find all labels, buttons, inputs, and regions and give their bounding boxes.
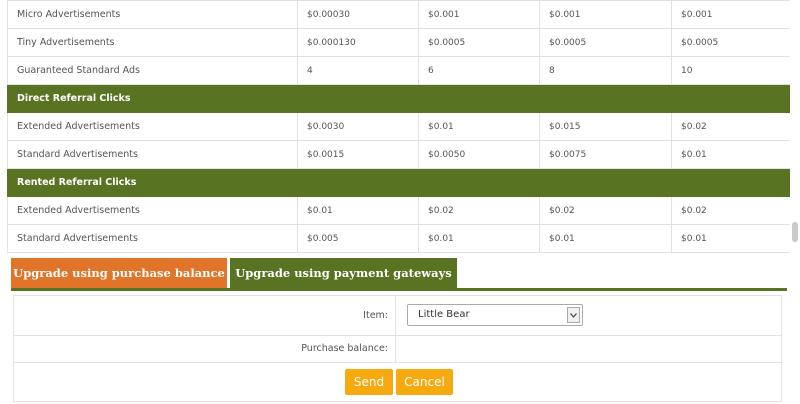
page-scrollbar[interactable] xyxy=(790,0,800,404)
price-cell: $0.0005 xyxy=(671,28,791,57)
section-title: Rented Referral Clicks xyxy=(7,168,791,197)
tab-purchase-balance[interactable]: Upgrade using purchase balance xyxy=(11,258,227,288)
section-header-direct-referral-clicks: Direct Referral Clicks xyxy=(7,84,791,113)
price-cell: $0.01 xyxy=(671,140,791,169)
price-cell: 4 xyxy=(297,56,419,85)
row-label: Extended Advertisements xyxy=(7,196,298,225)
chevron-down-icon[interactable] xyxy=(567,307,580,323)
section-title: Direct Referral Clicks xyxy=(7,84,791,113)
price-cell: $0.01 xyxy=(671,224,791,253)
price-cell: $0.001 xyxy=(539,0,672,29)
table-row: Guaranteed Standard Ads 4 6 8 10 xyxy=(7,56,791,85)
table-row: Tiny Advertisements $0.000130 $0.0005 $0… xyxy=(7,28,791,57)
upgrade-page: Micro Advertisements $0.00030 $0.001 $0.… xyxy=(0,0,800,404)
send-button[interactable]: Send xyxy=(345,369,393,395)
price-cell: $0.01 xyxy=(418,112,540,141)
price-cell: $0.01 xyxy=(297,196,419,225)
row-label: Extended Advertisements xyxy=(7,112,298,141)
price-cell: $0.00030 xyxy=(297,0,419,29)
price-cell: $0.001 xyxy=(671,0,791,29)
table-row: Micro Advertisements $0.00030 $0.001 $0.… xyxy=(7,0,791,29)
price-cell: $0.02 xyxy=(539,196,672,225)
table-row: Standard Advertisements $0.0015 $0.0050 … xyxy=(7,140,791,169)
price-cell: $0.02 xyxy=(671,112,791,141)
price-cell: $0.01 xyxy=(418,224,540,253)
price-cell: $0.02 xyxy=(418,196,540,225)
row-label: Guaranteed Standard Ads xyxy=(7,56,298,85)
tab-payment-gateways[interactable]: Upgrade using payment gateways xyxy=(230,258,457,288)
price-cell: $0.0075 xyxy=(539,140,672,169)
price-cell: $0.005 xyxy=(297,224,419,253)
price-cell: $0.02 xyxy=(671,196,791,225)
price-cell: $0.015 xyxy=(539,112,672,141)
pricing-table: Micro Advertisements $0.00030 $0.001 $0.… xyxy=(7,0,791,253)
row-label: Micro Advertisements xyxy=(7,0,298,29)
upgrade-form: Item: Little Bear Purchase balance: Send… xyxy=(13,295,782,402)
price-cell: 10 xyxy=(671,56,791,85)
item-select-value: Little Bear xyxy=(418,309,470,320)
price-cell: $0.000130 xyxy=(297,28,419,57)
cancel-button[interactable]: Cancel xyxy=(396,369,453,395)
price-cell: 6 xyxy=(418,56,540,85)
price-cell: $0.0030 xyxy=(297,112,419,141)
table-row: Extended Advertisements $0.01 $0.02 $0.0… xyxy=(7,196,791,225)
purchase-balance-row: Purchase balance: xyxy=(14,335,781,363)
scrollbar-thumb[interactable] xyxy=(792,222,798,242)
item-row: Item: Little Bear xyxy=(14,296,781,336)
section-header-rented-referral-clicks: Rented Referral Clicks xyxy=(7,168,791,197)
tab-underline xyxy=(11,288,787,291)
table-row: Standard Advertisements $0.005 $0.01 $0.… xyxy=(7,224,791,253)
table-row: Extended Advertisements $0.0030 $0.01 $0… xyxy=(7,112,791,141)
price-cell: $0.0005 xyxy=(539,28,672,57)
item-label: Item: xyxy=(14,296,396,335)
purchase-balance-label: Purchase balance: xyxy=(14,335,396,362)
price-cell: $0.0050 xyxy=(418,140,540,169)
price-cell: 8 xyxy=(539,56,672,85)
price-cell: $0.0005 xyxy=(418,28,540,57)
upgrade-tabs: Upgrade using purchase balance Upgrade u… xyxy=(11,258,787,291)
price-cell: $0.0015 xyxy=(297,140,419,169)
item-select[interactable]: Little Bear xyxy=(407,304,583,326)
row-label: Standard Advertisements xyxy=(7,140,298,169)
price-cell: $0.001 xyxy=(418,0,540,29)
row-label: Tiny Advertisements xyxy=(7,28,298,57)
price-cell: $0.01 xyxy=(539,224,672,253)
form-actions: Send Cancel xyxy=(14,365,781,399)
row-label: Standard Advertisements xyxy=(7,224,298,253)
